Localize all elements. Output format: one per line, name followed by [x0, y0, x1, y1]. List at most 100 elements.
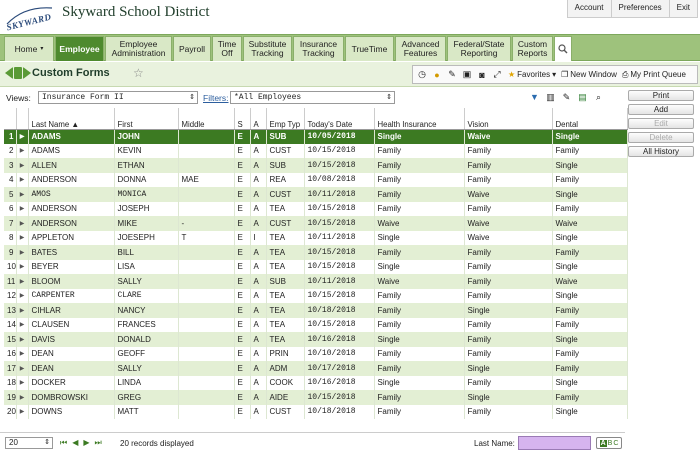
- page-size-select[interactable]: 20 ⇕: [5, 437, 53, 449]
- tab-custom-reports[interactable]: Custom Reports: [512, 36, 553, 61]
- col-vision[interactable]: Vision: [464, 108, 553, 130]
- tab-substitute-tracking[interactable]: Substitute Tracking: [243, 36, 292, 61]
- table-row[interactable]: 7 ▶ ANDERSON MIKE - E A CUST 10/15/2018 Waive Waiv…: [4, 216, 628, 231]
- table-row[interactable]: 9 ▶ BATES BILL E A TEA 10/15/2018 Family Family Fa…: [4, 245, 628, 260]
- col-emp-typ[interactable]: Emp Typ: [266, 108, 305, 130]
- zoom-icon[interactable]: ⌕: [593, 92, 604, 103]
- expand-row-icon[interactable]: ▶: [16, 346, 29, 361]
- table-row[interactable]: 6 ▶ ANDERSON JOSEPH E A TEA 10/15/2018 Family Fam…: [4, 201, 628, 216]
- tab-home[interactable]: Home ▾: [4, 36, 54, 61]
- tab-payroll[interactable]: Payroll: [173, 36, 211, 61]
- filter-icon[interactable]: ▼: [529, 92, 540, 103]
- col-health-insurance[interactable]: Health Insurance: [374, 108, 465, 130]
- table-row[interactable]: 15 ▶ DAVIS DONALD E A TEA 10/16/2018 Single Famil…: [4, 332, 628, 347]
- expand-row-icon[interactable]: ▶: [16, 245, 29, 260]
- tab-federal-state-reporting[interactable]: Federal/State Reporting: [447, 36, 511, 61]
- menu-down-icon[interactable]: [14, 67, 22, 79]
- account-link[interactable]: Account: [568, 0, 611, 17]
- table-row[interactable]: 10 ▶ BEYER LISA E A TEA 10/15/2018 Single Family S…: [4, 259, 628, 274]
- table-row[interactable]: 13 ▶ CIHLAR NANCY E A TEA 10/18/2018 Family Singl…: [4, 303, 628, 318]
- table-row[interactable]: 12 ▶ CARPENTER CLARE E A TEA 10/15/2018 Family Fa…: [4, 288, 628, 303]
- expand-row-icon[interactable]: ▶: [16, 143, 29, 158]
- search-icon[interactable]: [554, 36, 572, 61]
- table-row[interactable]: 11 ▶ BLOOM SALLY E A SUB 10/11/2018 Waive Family W…: [4, 274, 628, 289]
- expand-row-icon[interactable]: ▶: [16, 187, 29, 202]
- tab-advanced-features[interactable]: Advanced Features: [395, 36, 446, 61]
- expand-row-icon[interactable]: ▶: [16, 259, 29, 274]
- expand-row-icon[interactable]: ▶: [16, 390, 29, 405]
- export-icon[interactable]: ▤: [577, 92, 588, 103]
- expand-row-icon[interactable]: ▶: [16, 216, 29, 231]
- filters-link[interactable]: Filters:: [203, 93, 229, 103]
- tab-employee-administration[interactable]: Employee Administration: [105, 36, 172, 61]
- delete-button[interactable]: Delete: [628, 132, 694, 143]
- expand-row-icon[interactable]: ▶: [16, 274, 29, 289]
- clock-icon[interactable]: ◷: [416, 69, 428, 81]
- expand-row-icon[interactable]: ▶: [16, 172, 29, 187]
- col-last-name[interactable]: Last Name ▲: [28, 108, 115, 130]
- table-row[interactable]: 4 ▶ ANDERSON DONNA MAE E A REA 10/08/2018 Family F…: [4, 172, 628, 187]
- tab-insurance-tracking[interactable]: Insurance Tracking: [293, 36, 344, 61]
- forward-arrow-icon[interactable]: [23, 67, 31, 79]
- table-row[interactable]: 18 ▶ DOCKER LINDA E A COOK 10/16/2018 Single Fami…: [4, 375, 628, 390]
- filters-select[interactable]: *All Employees ⇕: [230, 91, 395, 104]
- camera-icon[interactable]: ◙: [476, 69, 488, 81]
- alert-icon[interactable]: ●: [431, 69, 443, 81]
- table-row[interactable]: 8 ▶ APPLETON JOESEPH T E I TEA 10/11/2018 Single W…: [4, 230, 628, 245]
- expand-row-icon[interactable]: ▶: [16, 129, 29, 144]
- favorites-menu[interactable]: ★ Favorites ▾: [508, 70, 556, 79]
- expand-row-icon[interactable]: ▶: [16, 375, 29, 390]
- col-todays-date[interactable]: Today's Date: [304, 108, 375, 130]
- add-button[interactable]: Add: [628, 104, 694, 115]
- table-row[interactable]: 16 ▶ DEAN GEOFF E A PRIN 10/10/2018 Family Family…: [4, 346, 628, 361]
- expand-row-icon[interactable]: ▶: [16, 317, 29, 332]
- last-name-search-input[interactable]: [518, 436, 591, 450]
- expand-row-icon[interactable]: ▶: [16, 230, 29, 245]
- exit-link[interactable]: Exit: [668, 0, 697, 17]
- col-first[interactable]: First: [114, 108, 179, 130]
- favorite-star-icon[interactable]: ☆: [133, 66, 144, 80]
- tab-time-off[interactable]: Time Off: [212, 36, 242, 61]
- new-window-button[interactable]: ❐ New Window: [561, 70, 617, 79]
- print-button[interactable]: Print: [628, 90, 694, 101]
- tab-truetime[interactable]: TrueTime: [345, 36, 394, 61]
- edit-icon[interactable]: ✎: [561, 92, 572, 103]
- expand-row-icon[interactable]: ▶: [16, 303, 29, 318]
- expand-row-icon[interactable]: ▶: [16, 332, 29, 347]
- tab-employee[interactable]: Employee: [55, 36, 104, 61]
- table-row[interactable]: 1 ▶ ADAMS JOHN E A SUB 10/05/2018 Single Waive Sin…: [4, 129, 628, 144]
- all-history-button[interactable]: All History: [628, 146, 694, 157]
- last-page-icon[interactable]: ⏭: [95, 438, 102, 448]
- expand-row-icon[interactable]: ▶: [16, 288, 29, 303]
- cell-s: E: [234, 288, 251, 303]
- table-row[interactable]: 19 ▶ DOMBROWSKI GREG E A AIDE 10/15/2018 Family S…: [4, 390, 628, 405]
- expand-icon[interactable]: ⤢: [491, 69, 503, 81]
- edit-button[interactable]: Edit: [628, 118, 694, 129]
- table-row[interactable]: 2 ▶ ADAMS KEVIN E A CUST 10/15/2018 Family Family…: [4, 143, 628, 158]
- expand-row-icon[interactable]: ▶: [16, 158, 29, 173]
- table-row[interactable]: 5 ▶ AMOS MONICA E A CUST 10/11/2018 Family Waive S…: [4, 187, 628, 202]
- expand-row-icon[interactable]: ▶: [16, 404, 29, 419]
- col-a[interactable]: A: [250, 108, 267, 130]
- table-row[interactable]: 3 ▶ ALLEN ETHAN E A SUB 10/15/2018 Family Family S…: [4, 158, 628, 173]
- col-s[interactable]: S: [234, 108, 251, 130]
- abc-search-button[interactable]: ABC: [596, 437, 622, 449]
- first-page-icon[interactable]: ⏮: [60, 438, 67, 448]
- edit-note-icon[interactable]: ✎: [446, 69, 458, 81]
- back-arrow-icon[interactable]: [5, 67, 13, 79]
- print-queue-button[interactable]: ⎙ My Print Queue: [622, 70, 686, 80]
- col-dental[interactable]: Dental: [552, 108, 628, 130]
- expand-row-icon[interactable]: ▶: [16, 201, 29, 216]
- prev-page-icon[interactable]: ◀: [72, 438, 78, 448]
- preferences-link[interactable]: Preferences: [610, 0, 669, 17]
- cell-emp-typ: REA: [266, 172, 305, 187]
- columns-icon[interactable]: ▥: [545, 92, 556, 103]
- expand-row-icon[interactable]: ▶: [16, 361, 29, 376]
- table-row[interactable]: 20 ▶ DOWNS MATT E A CUST 10/18/2018 Family Family…: [4, 404, 628, 419]
- table-row[interactable]: 14 ▶ CLAUSEN FRANCES E A TEA 10/15/2018 Family Fa…: [4, 317, 628, 332]
- next-page-icon[interactable]: ▶: [83, 438, 89, 448]
- col-middle[interactable]: Middle: [178, 108, 235, 130]
- table-row[interactable]: 17 ▶ DEAN SALLY E A ADM 10/17/2018 Family Single F…: [4, 361, 628, 376]
- views-select[interactable]: Insurance Form II ⇕: [38, 91, 198, 104]
- image-icon[interactable]: ▣: [461, 69, 473, 81]
